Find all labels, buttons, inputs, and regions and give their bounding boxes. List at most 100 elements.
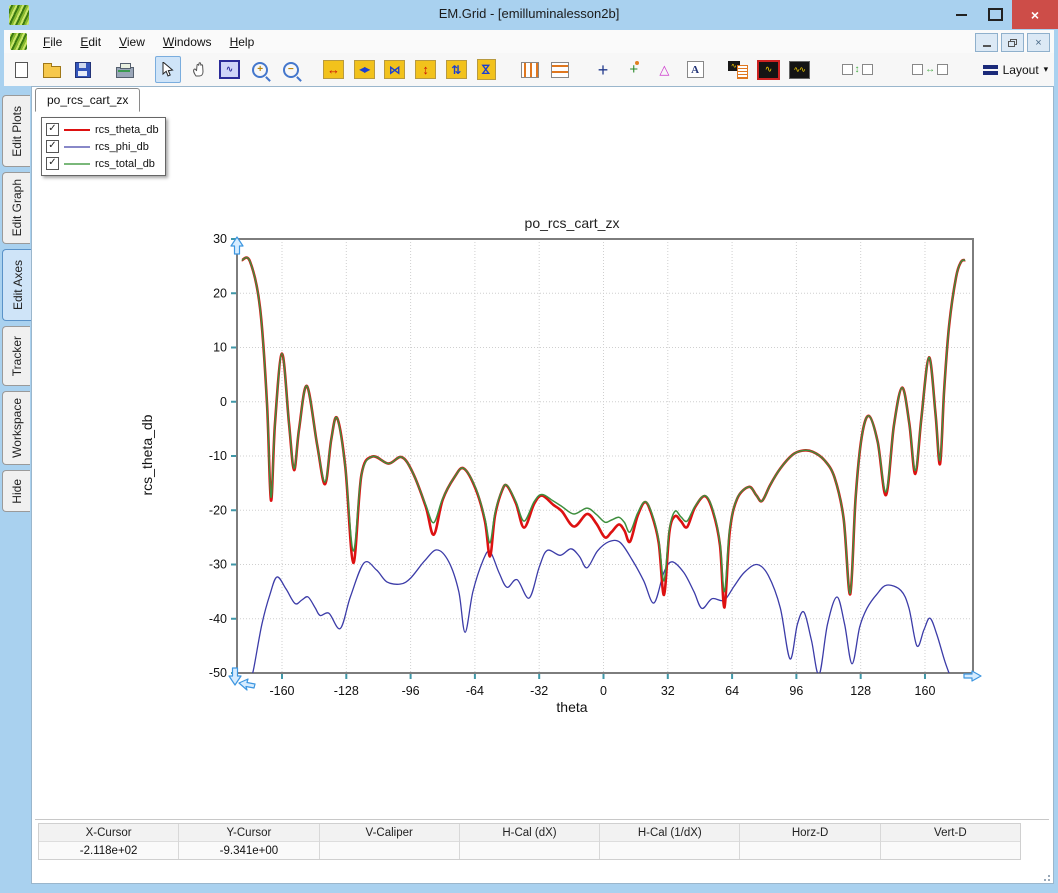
horizontal-gridlines-button[interactable]: [547, 56, 574, 83]
sidebar-tab-label: Edit Axes: [11, 260, 25, 310]
status-column-h-cal-1-dx-: H-Cal (1/dX): [600, 824, 740, 859]
text-annotation-icon: A: [687, 61, 704, 78]
multi-curve-button[interactable]: ∿∿: [786, 56, 813, 83]
legend-row-rcs_total_db: ✓rcs_total_db: [46, 155, 159, 172]
mdi-close-icon: ×: [1035, 37, 1041, 49]
menu-item-file[interactable]: File: [34, 32, 71, 52]
vertical-spacing-button[interactable]: ↕: [829, 56, 886, 83]
mdi-minimize-button[interactable]: [975, 33, 998, 52]
expand-y-button[interactable]: ↕: [412, 56, 439, 83]
svg-text:160: 160: [915, 684, 936, 697]
sidebar-tab-edit-graph[interactable]: Edit Graph: [2, 172, 30, 244]
layout-bars-icon: [983, 65, 998, 75]
caliper-tool-button[interactable]: △: [651, 56, 678, 83]
status-column-value: [320, 842, 459, 859]
svg-text:-160: -160: [269, 684, 294, 697]
svg-text:30: 30: [213, 232, 227, 246]
compress-x-icon: ⋈: [384, 60, 405, 79]
status-column-label: Horz-D: [740, 824, 879, 842]
text-annotation-button[interactable]: A: [682, 56, 709, 83]
document-tab[interactable]: po_rcs_cart_zx: [35, 88, 140, 112]
layout-button[interactable]: Layout ▾: [977, 60, 1055, 80]
cross-cursor-button[interactable]: +: [590, 56, 617, 83]
pan-left-arrow[interactable]: [239, 679, 255, 690]
svg-text:-10: -10: [209, 449, 227, 463]
open-file-button[interactable]: [39, 56, 66, 83]
tracker-tool-button[interactable]: +: [620, 56, 647, 83]
y-axis-label: rcs_theta_db: [139, 400, 155, 510]
status-bar: X-Cursor-2.118e+02Y-Cursor-9.341e+00V-Ca…: [38, 823, 1021, 860]
legend-line-swatch: [64, 163, 90, 165]
svg-text:-20: -20: [209, 503, 227, 517]
legend-panel[interactable]: ✓rcs_theta_db✓rcs_phi_db✓rcs_total_db: [41, 117, 166, 176]
legend-checkbox-rcs_phi_db[interactable]: ✓: [46, 140, 59, 153]
status-column-vert-d: Vert-D: [881, 824, 1020, 859]
plot-properties-button[interactable]: ∿: [724, 56, 751, 83]
sidebar-tab-label: Tracker: [10, 336, 24, 376]
chevron-down-icon: ▾: [1044, 64, 1049, 75]
status-column-v-caliper: V-Caliper: [320, 824, 460, 859]
svg-text:96: 96: [789, 684, 803, 697]
multi-curve-icon: ∿∿: [789, 61, 810, 79]
print-button[interactable]: [112, 56, 139, 83]
menu-item-edit[interactable]: Edit: [71, 32, 110, 52]
menu-item-view[interactable]: View: [110, 32, 154, 52]
svg-text:-96: -96: [402, 684, 420, 697]
pointer-tool-button[interactable]: [155, 56, 182, 83]
menu-item-help[interactable]: Help: [221, 32, 264, 52]
menu-items: FileEditViewWindowsHelp: [34, 30, 263, 53]
expand-x-button[interactable]: ↔: [320, 56, 347, 83]
maximize-button[interactable]: [978, 0, 1012, 29]
pan-y-button[interactable]: ⇅: [443, 56, 470, 83]
legend-checkbox-rcs_total_db[interactable]: ✓: [46, 157, 59, 170]
mdi-restore-button[interactable]: [1001, 33, 1024, 52]
pan-x-button[interactable]: ◀▶: [351, 56, 378, 83]
compress-y-button[interactable]: ⋈: [474, 56, 501, 83]
status-column-horz-d: Horz-D: [740, 824, 880, 859]
compress-x-button[interactable]: ⋈: [382, 56, 409, 83]
document-leaf-icon: [10, 33, 27, 50]
resize-grip[interactable]: [1040, 871, 1050, 881]
status-column-value: -9.341e+00: [179, 842, 318, 859]
tracker-icon: +: [629, 62, 638, 77]
sidebar-tab-edit-axes[interactable]: Edit Axes: [2, 249, 32, 321]
menu-item-windows[interactable]: Windows: [154, 32, 221, 52]
mdi-restore-icon: [1008, 39, 1017, 47]
pan-tool-button[interactable]: [185, 56, 212, 83]
horizontal-spacing-icon: ↔: [912, 64, 948, 75]
status-column-value: [740, 842, 879, 859]
sidebar-tab-hide[interactable]: Hide: [2, 470, 30, 512]
sidebar-tab-label: Edit Plots: [10, 106, 24, 157]
svg-text:-64: -64: [466, 684, 484, 697]
close-button[interactable]: ×: [1012, 0, 1058, 29]
legend-checkbox-rcs_theta_db[interactable]: ✓: [46, 123, 59, 136]
minimize-button[interactable]: [944, 0, 978, 29]
sidebar-tab-workspace[interactable]: Workspace: [2, 391, 30, 465]
new-document-button[interactable]: [8, 56, 35, 83]
status-column-x-cursor: X-Cursor-2.118e+02: [39, 824, 179, 859]
horizontal-gridlines-icon: [551, 62, 569, 78]
vertical-gridlines-button[interactable]: [516, 56, 543, 83]
mdi-window-controls: ×: [975, 33, 1050, 52]
mdi-close-button[interactable]: ×: [1027, 33, 1050, 52]
chart-plot[interactable]: -160-128-96-64-3203264961281603020100-10…: [162, 227, 992, 697]
save-button[interactable]: [69, 56, 96, 83]
single-curve-button[interactable]: ∿: [755, 56, 782, 83]
status-column-label: Y-Cursor: [179, 824, 318, 842]
zoom-out-button[interactable]: −: [278, 56, 305, 83]
sidebar-tab-edit-plots[interactable]: Edit Plots: [2, 95, 30, 167]
zoom-region-tool-button[interactable]: ∿: [216, 56, 243, 83]
zoom-in-button[interactable]: +: [247, 56, 274, 83]
status-column-value: -2.118e+02: [39, 842, 178, 859]
compress-y-icon: ⋈: [477, 59, 496, 80]
client-area: po_rcs_cart_zx ✓rcs_theta_db✓rcs_phi_db✓…: [31, 86, 1054, 884]
svg-text:-40: -40: [209, 612, 227, 626]
single-curve-icon: ∿: [757, 60, 780, 80]
sidebar-tab-tracker[interactable]: Tracker: [2, 326, 30, 386]
status-column-label: X-Cursor: [39, 824, 178, 842]
caliper-triangle-icon: △: [659, 63, 669, 76]
horizontal-spacing-button[interactable]: ↔: [902, 56, 959, 83]
menu-bar: FileEditViewWindowsHelp ×: [4, 30, 1054, 54]
svg-text:0: 0: [220, 395, 227, 409]
pan-x-icon: ◀▶: [354, 60, 375, 79]
